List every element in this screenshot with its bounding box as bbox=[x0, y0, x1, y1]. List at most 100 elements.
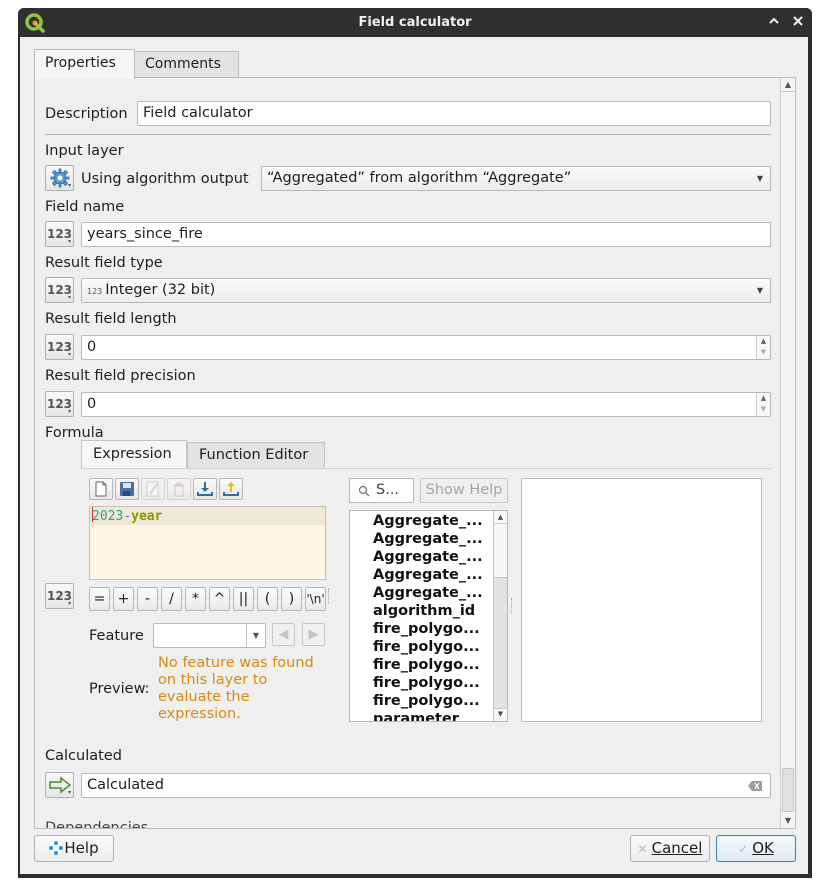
operator-divide-button[interactable]: / bbox=[161, 587, 182, 611]
help-icon bbox=[49, 841, 64, 855]
operator-plus-button[interactable]: + bbox=[113, 587, 134, 611]
spin-buttons[interactable]: ▲ ▼ bbox=[756, 336, 770, 359]
list-item[interactable]: fire_polygo... bbox=[373, 692, 480, 710]
operator-newline-button[interactable]: '\n' bbox=[305, 587, 326, 611]
splitter-handle[interactable] bbox=[511, 598, 512, 614]
function-list-scrollbar[interactable]: ▲ ▼ bbox=[493, 511, 507, 721]
save-expression-button[interactable] bbox=[115, 478, 139, 500]
spin-down-icon[interactable]: ▼ bbox=[757, 404, 770, 415]
spin-up-icon[interactable]: ▲ bbox=[757, 393, 770, 404]
previous-feature-button[interactable]: ◀ bbox=[272, 623, 295, 646]
scroll-up-icon[interactable]: ▲ bbox=[781, 78, 795, 92]
scroll-down-icon[interactable]: ▼ bbox=[781, 814, 795, 828]
result-field-precision-label: Result field precision bbox=[45, 368, 196, 384]
list-item[interactable]: fire_polygo... bbox=[373, 674, 480, 692]
new-file-icon bbox=[95, 481, 107, 497]
function-list[interactable]: Aggregate_... Aggregate_... Aggregate_..… bbox=[349, 510, 508, 722]
list-item[interactable]: Aggregate_... bbox=[373, 584, 483, 602]
chevron-down-icon: ▼ bbox=[756, 174, 763, 183]
input-layer-source-button[interactable]: ▾ bbox=[45, 165, 74, 191]
list-item[interactable]: Aggregate_... bbox=[373, 548, 483, 566]
expression-number: 2023 bbox=[92, 509, 124, 524]
list-item[interactable]: fire_polygo... bbox=[373, 620, 480, 638]
help-button[interactable]: Help bbox=[34, 835, 114, 862]
operator-open-paren-button[interactable]: ( bbox=[257, 587, 278, 611]
result-field-type-combobox[interactable]: 123 Integer (32 bit) ▼ bbox=[81, 278, 771, 303]
close-icon bbox=[793, 16, 803, 26]
formula-label: Formula bbox=[45, 425, 104, 441]
properties-scrollbar[interactable]: ▲ ▼ bbox=[780, 78, 795, 828]
integer-type-icon: 123 bbox=[87, 287, 103, 296]
field-calculator-dialog: Field calculator Properties Comments Des… bbox=[18, 8, 812, 878]
result-field-type-source-button[interactable]: 123 ▾ bbox=[45, 277, 74, 303]
operator-buttons: = + - / * ^ || ( ) '\n' bbox=[89, 587, 329, 611]
title-bar: Field calculator bbox=[18, 8, 812, 37]
input-layer-source-label: Using algorithm output bbox=[81, 171, 249, 187]
operator-power-button[interactable]: ^ bbox=[209, 587, 230, 611]
calculated-output-input[interactable]: Calculated bbox=[81, 773, 771, 798]
shade-window-button[interactable] bbox=[764, 12, 784, 32]
feature-combobox[interactable]: ▼ bbox=[153, 623, 266, 648]
tab-properties[interactable]: Properties bbox=[34, 49, 135, 79]
function-search-input[interactable]: S... bbox=[349, 478, 414, 503]
operator-minus-button[interactable]: - bbox=[137, 587, 158, 611]
scrollbar-thumb[interactable] bbox=[494, 577, 507, 709]
spin-up-icon[interactable]: ▲ bbox=[757, 336, 770, 347]
expression-editor[interactable]: 2023-year bbox=[89, 506, 326, 580]
show-help-button[interactable]: Show Help bbox=[420, 478, 508, 503]
scroll-up-icon[interactable]: ▲ bbox=[494, 511, 507, 524]
edit-expression-button[interactable] bbox=[141, 478, 165, 500]
result-field-length-spinbox[interactable]: 0 ▲ ▼ bbox=[81, 335, 771, 360]
result-field-length-source-button[interactable]: 123 ▾ bbox=[45, 334, 74, 360]
operator-equals-button[interactable]: = bbox=[89, 587, 110, 611]
input-layer-label: Input layer bbox=[45, 143, 124, 159]
search-icon bbox=[358, 485, 370, 497]
export-expressions-button[interactable] bbox=[219, 478, 243, 500]
splitter-handle[interactable] bbox=[328, 588, 329, 604]
next-feature-button[interactable]: ▶ bbox=[302, 623, 325, 646]
delete-expression-button[interactable] bbox=[167, 478, 191, 500]
list-item[interactable]: parameter bbox=[373, 710, 459, 721]
preview-label: Preview: bbox=[89, 681, 150, 697]
spin-buttons[interactable]: ▲ ▼ bbox=[756, 393, 770, 416]
chevron-up-icon bbox=[769, 17, 779, 24]
scrollbar-thumb[interactable] bbox=[782, 768, 794, 812]
input-layer-combobox[interactable]: “Aggregated” from algorithm “Aggregate” … bbox=[261, 166, 771, 191]
ok-button[interactable]: ✓ OK bbox=[716, 835, 796, 862]
description-input[interactable]: Field calculator bbox=[137, 101, 771, 126]
divider bbox=[45, 134, 771, 135]
list-item[interactable]: Aggregate_... bbox=[373, 512, 483, 530]
save-icon bbox=[120, 482, 134, 496]
scroll-down-icon[interactable]: ▼ bbox=[494, 708, 507, 721]
field-name-source-button[interactable]: 123 ▾ bbox=[45, 221, 74, 247]
field-name-label: Field name bbox=[45, 199, 125, 215]
list-item[interactable]: fire_polygo... bbox=[373, 638, 480, 656]
clear-icon[interactable] bbox=[748, 781, 762, 791]
cancel-button[interactable]: ✕ Cancel bbox=[630, 835, 710, 862]
operator-concat-button[interactable]: || bbox=[233, 587, 254, 611]
window-title: Field calculator bbox=[358, 15, 472, 30]
check-icon: ✓ bbox=[738, 842, 749, 856]
close-window-button[interactable] bbox=[788, 12, 808, 32]
import-expressions-button[interactable] bbox=[193, 478, 217, 500]
operator-close-paren-button[interactable]: ) bbox=[281, 587, 302, 611]
result-field-precision-source-button[interactable]: 123 ▾ bbox=[45, 391, 74, 417]
tab-comments[interactable]: Comments bbox=[134, 51, 239, 78]
spin-down-icon[interactable]: ▼ bbox=[757, 347, 770, 358]
tab-function-editor[interactable]: Function Editor bbox=[187, 442, 325, 468]
list-item[interactable]: fire_polygo... bbox=[373, 656, 480, 674]
list-item[interactable]: Aggregate_... bbox=[373, 566, 483, 584]
tab-expression[interactable]: Expression bbox=[81, 440, 187, 468]
chevron-down-icon: ▼ bbox=[246, 624, 265, 647]
list-item[interactable]: Aggregate_... bbox=[373, 530, 483, 548]
result-field-length-label: Result field length bbox=[45, 311, 177, 327]
expression-operator: - bbox=[123, 509, 132, 524]
operator-multiply-button[interactable]: * bbox=[185, 587, 206, 611]
field-name-input[interactable]: years_since_fire bbox=[81, 222, 771, 247]
calculated-source-button[interactable]: ▾ bbox=[45, 772, 74, 798]
formula-source-button[interactable]: 123 ▾ bbox=[45, 583, 74, 609]
list-item[interactable]: algorithm_id bbox=[373, 602, 475, 620]
new-expression-button[interactable] bbox=[89, 478, 113, 500]
result-field-precision-spinbox[interactable]: 0 ▲ ▼ bbox=[81, 392, 771, 417]
feature-label: Feature bbox=[89, 628, 144, 644]
